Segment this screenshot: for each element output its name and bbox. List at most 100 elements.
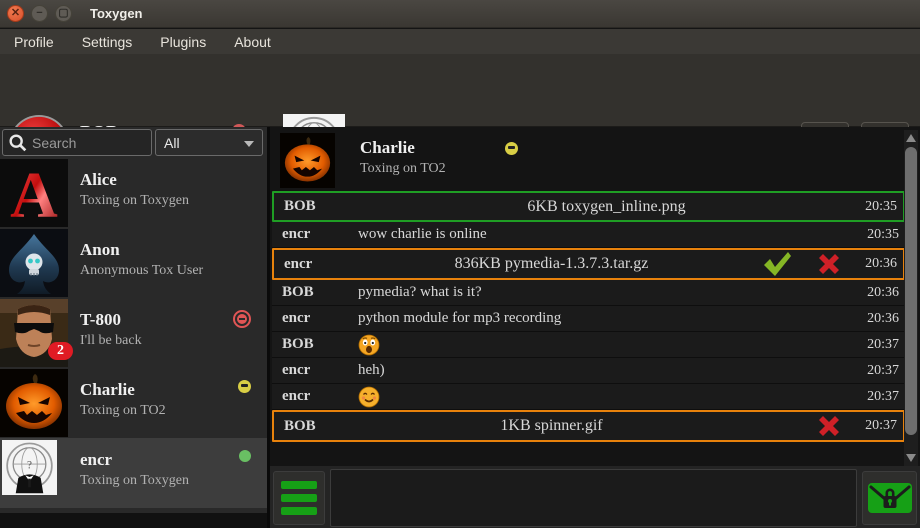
search-row: All (0, 127, 267, 158)
charlie-avatar (280, 133, 335, 188)
message-sender: BOB (282, 284, 358, 301)
contact-sidebar: All A Alice Toxing on Toxygen (0, 127, 267, 528)
contact-name: Anon (80, 240, 203, 260)
message-time: 20:36 (855, 285, 899, 301)
message-row: encr python module for mp3 recording 20:… (272, 306, 905, 332)
file-transfer-row: encr 836KB pymedia-1.3.7.3.tar.gz 20:36 (272, 248, 905, 280)
message-sender: encr (282, 362, 358, 379)
message-input-bar (270, 466, 920, 528)
file-transfer-row: BOB 6KB toxygen_inline.png 20:35 (272, 191, 905, 222)
file-transfer-label: 836KB pymedia-1.3.7.3.tar.gz (360, 255, 743, 273)
message-sender: BOB (284, 198, 360, 215)
title-bar: ✕ − ▢ Toxygen (0, 0, 920, 28)
contact-filter-dropdown[interactable]: All (155, 129, 263, 156)
charlie-avatar (0, 369, 68, 437)
menu-about[interactable]: About (220, 29, 285, 54)
scroll-down-icon[interactable] (906, 454, 916, 462)
window-title: Toxygen (90, 6, 143, 21)
contact-status-message: Toxing on TO2 (80, 403, 166, 419)
svg-text:A: A (10, 159, 58, 227)
search-box[interactable] (2, 129, 152, 156)
message-text: wow charlie is online (358, 226, 855, 243)
message-text: heh) (358, 362, 855, 379)
sidebar-bottom-strip (0, 513, 267, 528)
minimize-icon[interactable]: − (31, 5, 48, 22)
away-status-icon (505, 142, 518, 155)
message-time: 20:37 (855, 337, 899, 353)
message-list: BOB 6KB toxygen_inline.png 20:35 encr wo… (272, 191, 905, 442)
message-sender: BOB (282, 336, 358, 353)
menu-bar: Profile Settings Plugins About (0, 29, 920, 54)
message-row: BOB pymedia? what is it? 20:36 (272, 280, 905, 306)
contact-name: Alice (80, 170, 189, 190)
encr-avatar: ? (2, 440, 57, 495)
message-input[interactable] (330, 469, 857, 527)
contact-charlie[interactable]: Charlie Toxing on TO2 (0, 368, 267, 438)
message-sender: encr (282, 388, 358, 405)
header-strip: B BOB Looking for Python dev… ? encr Tox… (0, 54, 920, 127)
message-text: pymedia? what is it? (358, 284, 855, 301)
file-transfer-label: 6KB toxygen_inline.png (360, 198, 853, 216)
alice-avatar: A (0, 159, 68, 227)
menu-profile[interactable]: Profile (0, 29, 68, 54)
send-message-button[interactable] (862, 471, 917, 525)
menu-settings[interactable]: Settings (68, 29, 147, 54)
message-row: encr wow charlie is online 20:35 (272, 222, 905, 248)
message-sender: encr (282, 226, 358, 243)
scrollbar-thumb[interactable] (905, 147, 917, 435)
contact-status-message: Toxing on Toxygen (80, 473, 189, 489)
file-transfer-label: 1KB spinner.gif (360, 417, 743, 435)
close-icon[interactable]: ✕ (7, 5, 24, 22)
busy-status-icon (233, 310, 251, 328)
contact-name: Charlie (80, 380, 166, 400)
message-time: 20:35 (855, 227, 899, 243)
chat-peer-name: Charlie (360, 138, 446, 158)
hamburger-icon (281, 481, 317, 489)
message-emoji (358, 334, 855, 356)
decline-file-button[interactable] (815, 250, 843, 278)
online-status-icon (239, 450, 251, 462)
message-time: 20:37 (853, 418, 897, 434)
contact-status-message: I'll be back (80, 333, 142, 349)
scroll-up-icon[interactable] (906, 134, 916, 142)
filter-value: All (164, 135, 180, 151)
menu-plugins[interactable]: Plugins (146, 29, 220, 54)
file-transfer-row: BOB 1KB spinner.gif 20:37 (272, 410, 905, 442)
message-time: 20:37 (855, 363, 899, 379)
maximize-icon[interactable]: ▢ (55, 5, 72, 22)
contact-alice[interactable]: A Alice Toxing on Toxygen (0, 158, 267, 228)
message-row: encr 20:37 (272, 384, 905, 410)
away-status-icon (238, 380, 251, 393)
anon-avatar (0, 229, 68, 297)
chat-peer-header: Charlie Toxing on TO2 (273, 130, 903, 188)
message-sender: encr (282, 310, 358, 327)
contact-list: A Alice Toxing on Toxygen (0, 158, 267, 508)
message-time: 20:37 (855, 389, 899, 405)
chat-peer-status-message: Toxing on TO2 (360, 161, 446, 177)
search-icon (7, 132, 29, 154)
chat-scrollbar[interactable] (904, 130, 918, 466)
accept-file-button[interactable] (761, 250, 793, 278)
message-sender: encr (284, 256, 360, 273)
shocked-emoji-icon (358, 334, 380, 356)
encrypted-envelope-icon (867, 480, 913, 516)
smile-emoji-icon (358, 386, 380, 408)
message-emoji (358, 386, 855, 408)
message-text: python module for mp3 recording (358, 310, 855, 327)
contact-encr[interactable]: ? encr Toxing on Toxygen (0, 438, 267, 508)
contact-anon[interactable]: Anon Anonymous Tox User (0, 228, 267, 298)
contact-t800[interactable]: 2 T-800 I'll be back (0, 298, 267, 368)
chevron-down-icon (244, 141, 254, 147)
message-time: 20:35 (853, 199, 897, 215)
contact-status-message: Anonymous Tox User (80, 263, 203, 279)
search-input[interactable] (32, 135, 147, 151)
message-sender: BOB (284, 418, 360, 435)
contact-name: encr (80, 450, 189, 470)
toxygen-window: ✕ − ▢ Toxygen Profile Settings Plugins A… (0, 0, 920, 528)
unread-count-badge: 2 (48, 342, 73, 360)
smileys-menu-button[interactable] (273, 471, 325, 525)
message-time: 20:36 (855, 311, 899, 327)
decline-file-button[interactable] (815, 412, 843, 440)
message-row: BOB 20:37 (272, 332, 905, 358)
contact-name: T-800 (80, 310, 142, 330)
